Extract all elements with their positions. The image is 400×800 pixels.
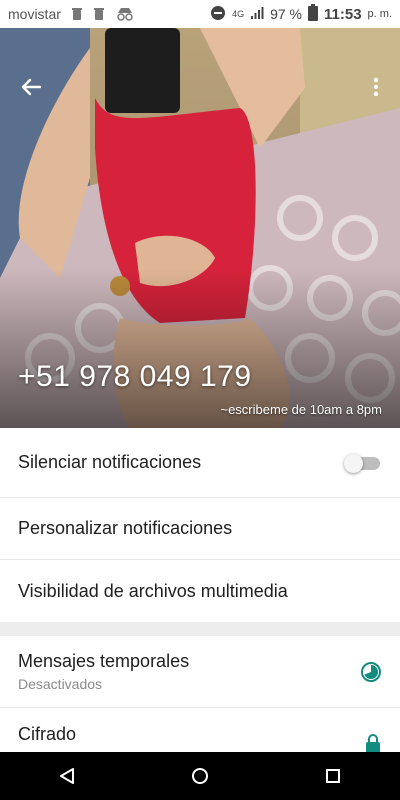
- clock-ampm: p. m.: [367, 8, 392, 20]
- clock-time: 11:53: [324, 5, 362, 23]
- disappearing-messages-label: Mensajes temporales: [18, 651, 190, 671]
- nav-back-button[interactable]: [47, 756, 87, 796]
- section-divider: [0, 622, 400, 636]
- contact-settings-list: Silenciar notificaciones Personalizar no…: [0, 428, 400, 780]
- lock-icon: [366, 734, 380, 753]
- nav-home-button[interactable]: [180, 756, 220, 796]
- media-visibility-row[interactable]: Visibilidad de archivos multimedia: [0, 560, 400, 622]
- timer-icon: [361, 661, 381, 682]
- network-type: 4G: [232, 9, 245, 19]
- mute-notifications-label: Silenciar notificaciones: [18, 452, 202, 472]
- contact-name: +51 978 049 179: [18, 360, 252, 393]
- trash-icon: [71, 7, 83, 21]
- battery-icon: [308, 4, 318, 24]
- media-visibility-label: Visibilidad de archivos multimedia: [18, 580, 288, 601]
- status-bar: movistar 4G 97 % 11:53 p. m.: [0, 0, 400, 28]
- incognito-icon: [115, 7, 135, 21]
- system-nav-bar: [0, 752, 400, 800]
- mute-toggle[interactable]: [344, 453, 382, 473]
- battery-percent: 97 %: [270, 6, 302, 22]
- custom-notifications-row[interactable]: Personalizar notificaciones: [0, 498, 400, 560]
- nav-back-icon: [59, 768, 74, 784]
- back-button[interactable]: [16, 72, 46, 102]
- mute-notifications-row[interactable]: Silenciar notificaciones: [0, 428, 400, 498]
- carrier-name: movistar: [8, 6, 61, 22]
- custom-notifications-label: Personalizar notificaciones: [18, 518, 233, 538]
- nav-home-icon: [191, 768, 208, 784]
- nav-recents-icon: [326, 769, 341, 783]
- more-options-button[interactable]: [366, 72, 386, 102]
- signal-icon: [250, 6, 264, 23]
- contact-status: ~escribeme de 10am a 8pm: [220, 402, 382, 417]
- trash-icon: [93, 7, 105, 21]
- more-vert-icon: [373, 77, 379, 97]
- back-arrow-icon: [21, 78, 41, 96]
- dnd-icon: [210, 5, 226, 24]
- encryption-label: Cifrado: [18, 723, 77, 744]
- disappearing-messages-value: Desactivados: [18, 676, 103, 692]
- nav-recents-button[interactable]: [313, 756, 353, 796]
- disappearing-messages-row[interactable]: Mensajes temporales Desactivados: [0, 636, 400, 708]
